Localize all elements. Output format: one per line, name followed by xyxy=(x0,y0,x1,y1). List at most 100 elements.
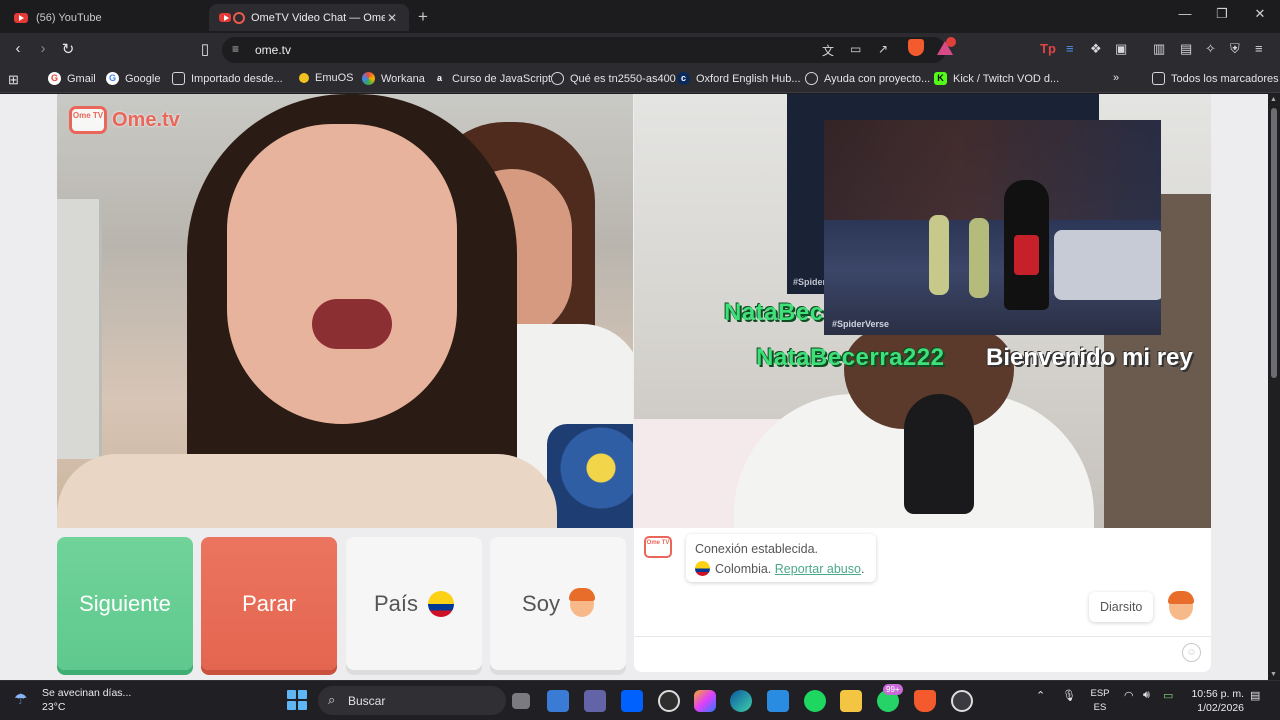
extension-audio-icon[interactable]: ≡ xyxy=(1066,41,1074,56)
edge-icon[interactable] xyxy=(730,690,752,712)
movie-officer xyxy=(929,215,949,295)
tab-youtube[interactable]: (56) YouTube xyxy=(4,4,204,31)
obs-icon[interactable] xyxy=(951,690,973,712)
microphone-icon[interactable]: 🎙︎ xyxy=(1062,689,1076,702)
vpn-icon[interactable]: ⛨ xyxy=(1230,41,1240,57)
tab-search-icon[interactable]: ▣ xyxy=(1115,41,1127,57)
bookmark-icon[interactable]: ▯ xyxy=(194,40,216,58)
bookmark-gmail[interactable]: G Gmail xyxy=(48,72,96,85)
bookmark-tn2550[interactable]: Qué es tn2550-as400 xyxy=(551,72,676,85)
share-icon[interactable]: ↗ xyxy=(878,42,888,56)
maximize-button[interactable]: ❐ xyxy=(1202,6,1242,22)
bookmark-oxford[interactable]: c Oxford English Hub... xyxy=(677,72,801,85)
ometv-logo[interactable]: Ome TV Ome.tv xyxy=(69,106,180,134)
tab-ometv[interactable]: OmeTV Video Chat — Omegl ✕ xyxy=(209,4,409,31)
task-view-icon[interactable] xyxy=(512,693,530,709)
battery-icon[interactable]: ▭ xyxy=(1163,689,1173,702)
weather-widget[interactable]: ☂ Se avecinan días... 23°C xyxy=(14,686,131,714)
movie-spiderman xyxy=(1004,180,1049,310)
scroll-up-icon[interactable]: ▲ xyxy=(1270,96,1277,103)
back-button[interactable]: ‹ xyxy=(7,40,29,57)
country-selector[interactable]: País xyxy=(346,537,482,670)
notifications-icon[interactable]: ▤ xyxy=(1250,689,1260,702)
reload-button[interactable]: ↻ xyxy=(57,40,79,58)
bookmark-workana[interactable]: Workana xyxy=(362,72,425,85)
xbox-icon[interactable] xyxy=(658,690,680,712)
new-tab-button[interactable]: + xyxy=(418,7,428,27)
brave-shields-icon[interactable] xyxy=(908,39,924,56)
all-bookmarks-folder[interactable]: Todos los marcadores xyxy=(1152,72,1279,85)
bookmark-folder-imported[interactable]: Importado desde... xyxy=(172,72,283,85)
wifi-icon[interactable]: ◠ xyxy=(1124,689,1134,702)
start-button[interactable] xyxy=(287,690,307,710)
chat-input[interactable]: ☺ xyxy=(634,636,1211,672)
more-bookmarks-button[interactable]: » xyxy=(1113,72,1119,84)
extensions-icon[interactable]: ❖ xyxy=(1090,41,1102,57)
sidebar-icon[interactable]: ▥ xyxy=(1153,41,1165,57)
tab-title: (56) YouTube xyxy=(36,11,102,24)
bookmark-chatgpt[interactable]: Ayuda con proyecto... xyxy=(805,72,930,85)
spotify-icon[interactable] xyxy=(804,690,826,712)
translate-icon[interactable]: 文 xyxy=(822,42,834,59)
menu-icon[interactable]: ≡ xyxy=(1255,41,1263,56)
bookmark-label: Workana xyxy=(381,72,425,85)
microphone xyxy=(904,394,974,514)
site-info-icon[interactable]: ≡ xyxy=(232,42,239,56)
vscode-icon[interactable] xyxy=(767,690,789,712)
background-door xyxy=(57,199,102,459)
scroll-thumb[interactable] xyxy=(1271,108,1277,378)
youtube-icon xyxy=(14,12,28,23)
extension-tp-icon[interactable]: Tp xyxy=(1040,41,1056,56)
taskbar-search[interactable]: ⌕ Buscar xyxy=(318,686,506,715)
search-label: Buscar xyxy=(348,694,386,708)
scroll-down-icon[interactable]: ▼ xyxy=(1270,671,1277,678)
close-tab-icon[interactable]: ✕ xyxy=(385,11,399,25)
dropbox-icon[interactable] xyxy=(621,690,643,712)
volume-icon[interactable]: 🔊︎ xyxy=(1143,689,1150,702)
remote-video: #Spider #SpiderVerse NataBecerra222 Nata… xyxy=(634,94,1211,528)
language-indicator[interactable]: ESP ES xyxy=(1088,687,1112,715)
windows-taskbar: ☂ Se avecinan días... 23°C ⌕ Buscar 99+ … xyxy=(0,680,1280,720)
brave-icon[interactable] xyxy=(914,690,936,712)
bookmark-google[interactable]: G Google xyxy=(106,72,160,85)
emoji-icon[interactable]: ☺ xyxy=(1182,643,1201,662)
bookmark-kick[interactable]: K Kick / Twitch VOD d... xyxy=(934,72,1059,85)
workana-icon xyxy=(362,72,375,85)
bookmark-javascript[interactable]: a Curso de JavaScript xyxy=(433,72,551,85)
wallet-icon[interactable]: ▤ xyxy=(1180,41,1192,57)
store-icon[interactable] xyxy=(547,690,569,712)
copilot-icon[interactable] xyxy=(694,690,716,712)
cast-icon[interactable]: ▭ xyxy=(850,42,861,56)
close-window-button[interactable]: ✕ xyxy=(1240,6,1280,22)
bookmark-emuos[interactable]: EmuOS xyxy=(299,72,354,84)
file-explorer-icon[interactable] xyxy=(840,690,862,712)
gender-selector[interactable]: Soy xyxy=(490,537,626,670)
address-bar[interactable]: ≡ ome.tv 文 ▭ ↗ xyxy=(222,37,946,63)
bookmark-label: Ayuda con proyecto... xyxy=(824,72,931,85)
apps-icon[interactable]: ⊞ xyxy=(8,72,19,88)
rain-icon: ☂ xyxy=(14,691,28,708)
system-message: Conexión establecida. Colombia. Reportar… xyxy=(686,534,876,582)
page-scrollbar[interactable]: ▲ ▼ xyxy=(1268,94,1280,680)
youtube-icon xyxy=(219,13,231,22)
overlay-name-partial: NataBecerra222 xyxy=(724,299,824,326)
teams-icon[interactable] xyxy=(584,690,606,712)
leo-ai-icon[interactable]: ✧ xyxy=(1205,41,1216,57)
record-icon xyxy=(233,11,245,24)
minimize-button[interactable]: — xyxy=(1165,6,1205,21)
bookmarks-bar: ⊞ G Gmail G Google Importado desde... EmuO… xyxy=(0,67,1280,93)
partner-country: Colombia. xyxy=(715,562,772,576)
next-button[interactable]: Siguiente xyxy=(57,537,193,670)
bookmark-label: EmuOS xyxy=(315,72,354,84)
emuos-icon xyxy=(299,73,309,83)
bookmark-label: Curso de JavaScript xyxy=(452,72,552,85)
tray-overflow-icon[interactable]: ⌃ xyxy=(1036,689,1045,702)
folder-icon xyxy=(172,72,185,85)
colombia-flag-icon xyxy=(428,590,455,617)
stop-button[interactable]: Parar xyxy=(201,537,337,670)
bookmark-label: Gmail xyxy=(67,72,96,85)
system-clock[interactable]: 10:56 p. m. 1/02/2026 xyxy=(1186,687,1244,715)
forward-button[interactable]: › xyxy=(32,40,54,57)
report-abuse-link[interactable]: Reportar abuso xyxy=(775,562,861,576)
platzi-icon: a xyxy=(433,72,446,85)
